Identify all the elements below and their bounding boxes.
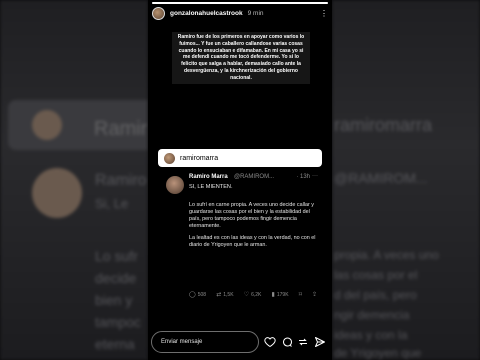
send-icon[interactable] (314, 336, 326, 348)
more-options-icon[interactable]: ⋮ (320, 9, 328, 18)
tweet-author-handle: @RAMIROM... (234, 174, 275, 180)
reply-icon: ◯ (189, 292, 196, 298)
message-input[interactable]: Enviar mensaje (151, 331, 259, 353)
story-username[interactable]: gonzalonahuelcastrook (170, 10, 243, 17)
embedded-tweet: Ramiro Marra @RAMIROM... · 13h ··· SI, L… (162, 170, 320, 305)
story-time: 9 min (247, 9, 264, 17)
tweet-time: · 13h (296, 174, 310, 180)
background-text: propia. A veces uno (334, 248, 439, 262)
tweet-paragraph: La lealtad es con las ideas y con la ver… (189, 235, 316, 248)
tweet-replies: ◯ 508 (189, 291, 207, 299)
background-left-blur: Ramiro Marra Ramiro Marra Si, Le Lo sufr… (0, 0, 148, 360)
tweet-paragraph: Lo sufrí en carne propia. A veces uno de… (189, 202, 314, 229)
like-count: 6,2K (251, 291, 262, 298)
tweet-header: Ramiro Marra @RAMIROM... · 13h ··· SI, L… (166, 173, 318, 200)
view-count: 179K (276, 291, 289, 298)
comment-icon[interactable] (281, 336, 293, 348)
mention-sticker[interactable]: ramiromarra (158, 149, 322, 167)
background-text: de Yrigoyen que (334, 346, 422, 360)
story-overlay-text: Ramiro fue de los primeros en apoyar com… (172, 32, 310, 84)
share-icon: ⇪ (311, 292, 317, 298)
mention-avatar (164, 152, 175, 164)
repost-icon: ⇄ (216, 292, 222, 298)
tweet-likes: ♡ 6,2K (243, 291, 262, 299)
background-right-blur: ramiromarra @RAMIROM... propia. A veces … (332, 0, 480, 360)
story-actions (264, 336, 326, 348)
background-avatar (32, 110, 62, 140)
story-progress-fill (152, 2, 328, 4)
background-text: ngir demencia (334, 308, 410, 322)
story-panel: gonzalonahuelcastrook 9 min ⋮ Ramiro fue… (148, 0, 332, 360)
background-text: Ramiro Marra (95, 172, 148, 189)
heart-icon: ♡ (243, 292, 250, 298)
reply-count: 508 (197, 291, 207, 298)
tweet-headline: SI, LE MIENTEN. (189, 184, 233, 190)
tweet-body: Lo sufrí en carne propia. A veces uno de… (189, 202, 317, 254)
background-text: Ramiro Marra (94, 118, 148, 140)
background-text: decide (95, 270, 137, 286)
bookmark-icon: ⌑ (298, 292, 302, 298)
background-text: las cosas por el (334, 268, 418, 282)
background-avatar (32, 168, 82, 218)
tweet-views: ▮ 179K (271, 291, 289, 299)
heart-icon[interactable] (264, 336, 276, 348)
background-text: d del país, pero (334, 288, 417, 302)
story-progress-bar (152, 2, 328, 4)
background-text: eterna (95, 336, 135, 352)
background-text: ideas y con la (334, 328, 408, 342)
tweet-reposts: ⇄ 1,5K (216, 291, 234, 299)
background-text: tampoc (95, 314, 141, 330)
tweet-avatar (166, 176, 184, 194)
background-text: Si, Le (95, 196, 129, 211)
tweet-author-name: Ramiro Marra (189, 174, 228, 180)
tweet-more-icon: ··· (312, 173, 318, 179)
story-header: gonzalonahuelcastrook 9 min ⋮ (152, 6, 328, 20)
background-text: Lo sufr (95, 248, 138, 264)
background-text: @RAMIROM... (334, 170, 428, 186)
tweet-actions: ◯ 508 ⇄ 1,5K ♡ 6,2K ▮ 179K ⌑ ⇪ (189, 291, 317, 299)
background-text: bien y (95, 292, 133, 308)
mention-username: ramiromarra (180, 154, 219, 162)
views-icon: ▮ (271, 292, 275, 298)
background-text: ramiromarra (334, 115, 433, 135)
user-avatar[interactable] (152, 6, 165, 20)
message-input-placeholder: Enviar mensaje (161, 339, 203, 345)
repost-count: 1,5K (223, 291, 234, 298)
repost-icon[interactable] (297, 336, 309, 348)
